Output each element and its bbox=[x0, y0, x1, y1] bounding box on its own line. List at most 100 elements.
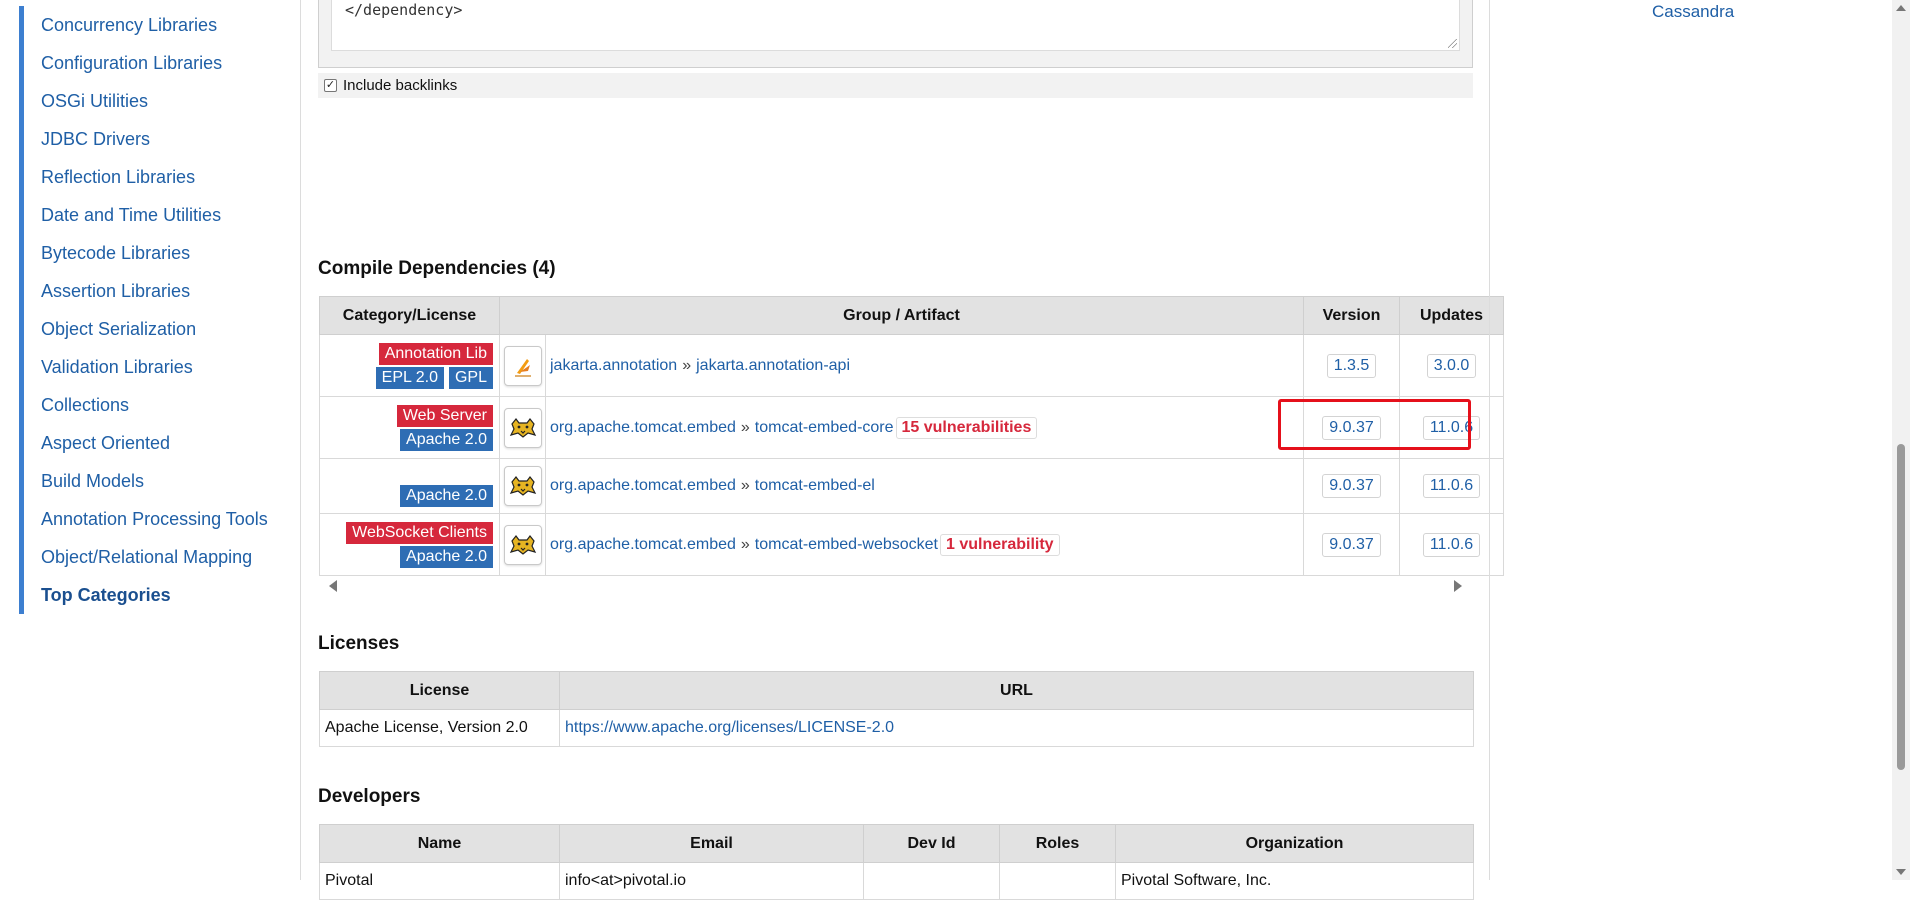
sidebar-item-bytecode-libraries[interactable]: Bytecode Libraries bbox=[19, 234, 268, 272]
category-license-cell: Annotation Lib EPL 2.0 GPL bbox=[319, 334, 500, 397]
version-link[interactable]: 9.0.37 bbox=[1322, 532, 1381, 557]
update-cell: 11.0.6 bbox=[1399, 458, 1504, 514]
scroll-up-arrow-icon[interactable] bbox=[1896, 5, 1906, 11]
dependency-snippet-textarea[interactable]: </dependency> bbox=[331, 0, 1460, 51]
licenses-table: License URL Apache License, Version 2.0 … bbox=[319, 671, 1474, 747]
version-cell: 1.3.5 bbox=[1303, 334, 1400, 397]
sidebar-item-build-models[interactable]: Build Models bbox=[19, 462, 268, 500]
sidebar-item-object-relational-mapping[interactable]: Object/Relational Mapping bbox=[19, 538, 268, 576]
category-badge[interactable]: Web Server bbox=[396, 404, 493, 427]
column-header-name: Name bbox=[319, 824, 560, 863]
breadcrumb-separator: » bbox=[740, 535, 750, 553]
column-header-dev-id: Dev Id bbox=[863, 824, 1000, 863]
column-header-email: Email bbox=[559, 824, 864, 863]
update-link[interactable]: 11.0.6 bbox=[1422, 415, 1481, 440]
group-link[interactable]: org.apache.tomcat.embed bbox=[550, 477, 736, 494]
dependency-row: Web Server Apache 2.0 org.apache.tomcat.… bbox=[319, 396, 1504, 459]
license-url-link[interactable]: https://www.apache.org/licenses/LICENSE-… bbox=[565, 719, 894, 736]
artifact-link[interactable]: tomcat-embed-core bbox=[755, 419, 894, 436]
sidebar-item-osgi-utilities[interactable]: OSGi Utilities bbox=[19, 82, 268, 120]
category-license-cell: Apache 2.0 bbox=[319, 458, 500, 514]
version-link[interactable]: 9.0.37 bbox=[1322, 474, 1381, 498]
group-artifact-cell: org.apache.tomcat.embed» tomcat-embed-el bbox=[545, 458, 1304, 514]
category-badge[interactable]: WebSocket Clients bbox=[346, 521, 493, 544]
category-badge[interactable]: Annotation Lib bbox=[378, 342, 493, 365]
group-artifact-cell: org.apache.tomcat.embed» tomcat-embed-web… bbox=[545, 513, 1304, 576]
artifact-icon-cell bbox=[499, 458, 546, 514]
right-panel: Cassandra bbox=[1489, 0, 1890, 880]
update-cell: 3.0.0 bbox=[1399, 334, 1504, 397]
dependency-row: Annotation Lib EPL 2.0 GPL jakarta.annot… bbox=[319, 334, 1504, 397]
developers-heading: Developers bbox=[318, 786, 421, 807]
sidebar-item-configuration-libraries[interactable]: Configuration Libraries bbox=[19, 44, 268, 82]
column-header-artifact: Group / Artifact bbox=[499, 296, 1304, 335]
include-backlinks-label[interactable]: Include backlinks bbox=[343, 77, 457, 94]
dependency-snippet-panel: </dependency> bbox=[318, 0, 1473, 68]
sidebar-item-validation-libraries[interactable]: Validation Libraries bbox=[19, 348, 268, 386]
tomcat-icon[interactable] bbox=[503, 407, 542, 448]
version-cell: 9.0.37 bbox=[1303, 396, 1400, 459]
sidebar-item-reflection-libraries[interactable]: Reflection Libraries bbox=[19, 158, 268, 196]
vulnerability-badge[interactable]: 1 vulnerability bbox=[939, 533, 1060, 556]
developer-roles bbox=[999, 862, 1116, 900]
license-badge[interactable]: Apache 2.0 bbox=[400, 485, 493, 507]
vulnerability-badge[interactable]: 15 vulnerabilities bbox=[895, 416, 1038, 439]
group-link[interactable]: org.apache.tomcat.embed bbox=[550, 419, 736, 436]
artifact-link[interactable]: jakarta.annotation-api bbox=[696, 357, 850, 374]
license-badge[interactable]: Apache 2.0 bbox=[400, 428, 493, 451]
sidebar-item-object-serialization[interactable]: Object Serialization bbox=[19, 310, 268, 348]
scrollbar-thumb[interactable] bbox=[1897, 444, 1905, 770]
column-header-url: URL bbox=[559, 671, 1474, 710]
compile-dependencies-table: Category/License Group / Artifact Versio… bbox=[319, 296, 1504, 576]
column-header-category: Category/License bbox=[319, 296, 500, 335]
update-link[interactable]: 3.0.0 bbox=[1426, 353, 1477, 378]
version-link[interactable]: 9.0.37 bbox=[1322, 415, 1381, 440]
artifact-link[interactable]: tomcat-embed-websocket bbox=[755, 536, 938, 553]
version-cell: 9.0.37 bbox=[1303, 513, 1400, 576]
dependency-row: Apache 2.0 org.apache.tomcat.embed» tomca… bbox=[319, 458, 1504, 514]
update-link[interactable]: 11.0.6 bbox=[1422, 474, 1481, 498]
scroll-right-arrow-icon[interactable] bbox=[1454, 580, 1462, 592]
sidebar-item-date-time-utilities[interactable]: Date and Time Utilities bbox=[19, 196, 268, 234]
license-name: Apache License, Version 2.0 bbox=[319, 709, 560, 747]
dependency-row: WebSocket Clients Apache 2.0 org.apache.… bbox=[319, 513, 1504, 576]
license-badge[interactable]: GPL bbox=[448, 366, 493, 389]
tomcat-icon[interactable] bbox=[503, 524, 542, 565]
update-cell: 11.0.6 bbox=[1399, 396, 1504, 459]
license-badge[interactable]: EPL 2.0 bbox=[375, 366, 444, 389]
resize-grip-icon[interactable] bbox=[1448, 39, 1457, 48]
tomcat-icon[interactable] bbox=[503, 466, 542, 506]
version-cell: 9.0.37 bbox=[1303, 458, 1400, 514]
jakarta-icon[interactable] bbox=[503, 345, 542, 386]
scroll-down-arrow-icon[interactable] bbox=[1896, 869, 1906, 875]
sidebar-item-concurrency-libraries[interactable]: Concurrency Libraries bbox=[19, 6, 268, 44]
include-backlinks-checkbox[interactable]: ✓ bbox=[324, 79, 337, 92]
related-link-cassandra[interactable]: Cassandra bbox=[1652, 2, 1734, 22]
group-artifact-cell: jakarta.annotation » jakarta.annotation-ap… bbox=[545, 334, 1304, 397]
group-artifact-cell: org.apache.tomcat.embed» tomcat-embed-cor… bbox=[545, 396, 1304, 459]
developers-table: Name Email Dev Id Roles Organization Piv… bbox=[319, 824, 1474, 900]
artifact-icon-cell bbox=[499, 334, 546, 397]
table-horizontal-scrollbar[interactable] bbox=[319, 572, 1472, 598]
column-header-updates: Updates bbox=[1399, 296, 1504, 335]
version-link[interactable]: 1.3.5 bbox=[1326, 353, 1377, 378]
page-scrollbar[interactable] bbox=[1892, 0, 1910, 880]
sidebar-item-assertion-libraries[interactable]: Assertion Libraries bbox=[19, 272, 268, 310]
sidebar-item-collections[interactable]: Collections bbox=[19, 386, 268, 424]
compile-dependencies-heading: Compile Dependencies (4) bbox=[318, 258, 556, 279]
artifact-link[interactable]: tomcat-embed-el bbox=[755, 477, 875, 494]
category-license-cell: WebSocket Clients Apache 2.0 bbox=[319, 513, 500, 576]
license-badge[interactable]: Apache 2.0 bbox=[400, 545, 493, 568]
sidebar-item-top-categories[interactable]: Top Categories bbox=[19, 576, 268, 614]
artifact-icon-cell bbox=[499, 396, 546, 459]
category-sidebar: Concurrency Libraries Configuration Libr… bbox=[0, 0, 301, 880]
sidebar-item-jdbc-drivers[interactable]: JDBC Drivers bbox=[19, 120, 268, 158]
group-link[interactable]: org.apache.tomcat.embed bbox=[550, 536, 736, 553]
sidebar-item-aspect-oriented[interactable]: Aspect Oriented bbox=[19, 424, 268, 462]
include-backlinks-row: ✓ Include backlinks bbox=[318, 73, 1473, 98]
sidebar-item-annotation-processing-tools[interactable]: Annotation Processing Tools bbox=[19, 500, 268, 538]
developers-header-row: Name Email Dev Id Roles Organization bbox=[319, 824, 1474, 863]
scroll-left-arrow-icon[interactable] bbox=[329, 580, 337, 592]
group-link[interactable]: jakarta.annotation bbox=[550, 357, 677, 374]
update-link[interactable]: 11.0.6 bbox=[1422, 532, 1481, 557]
